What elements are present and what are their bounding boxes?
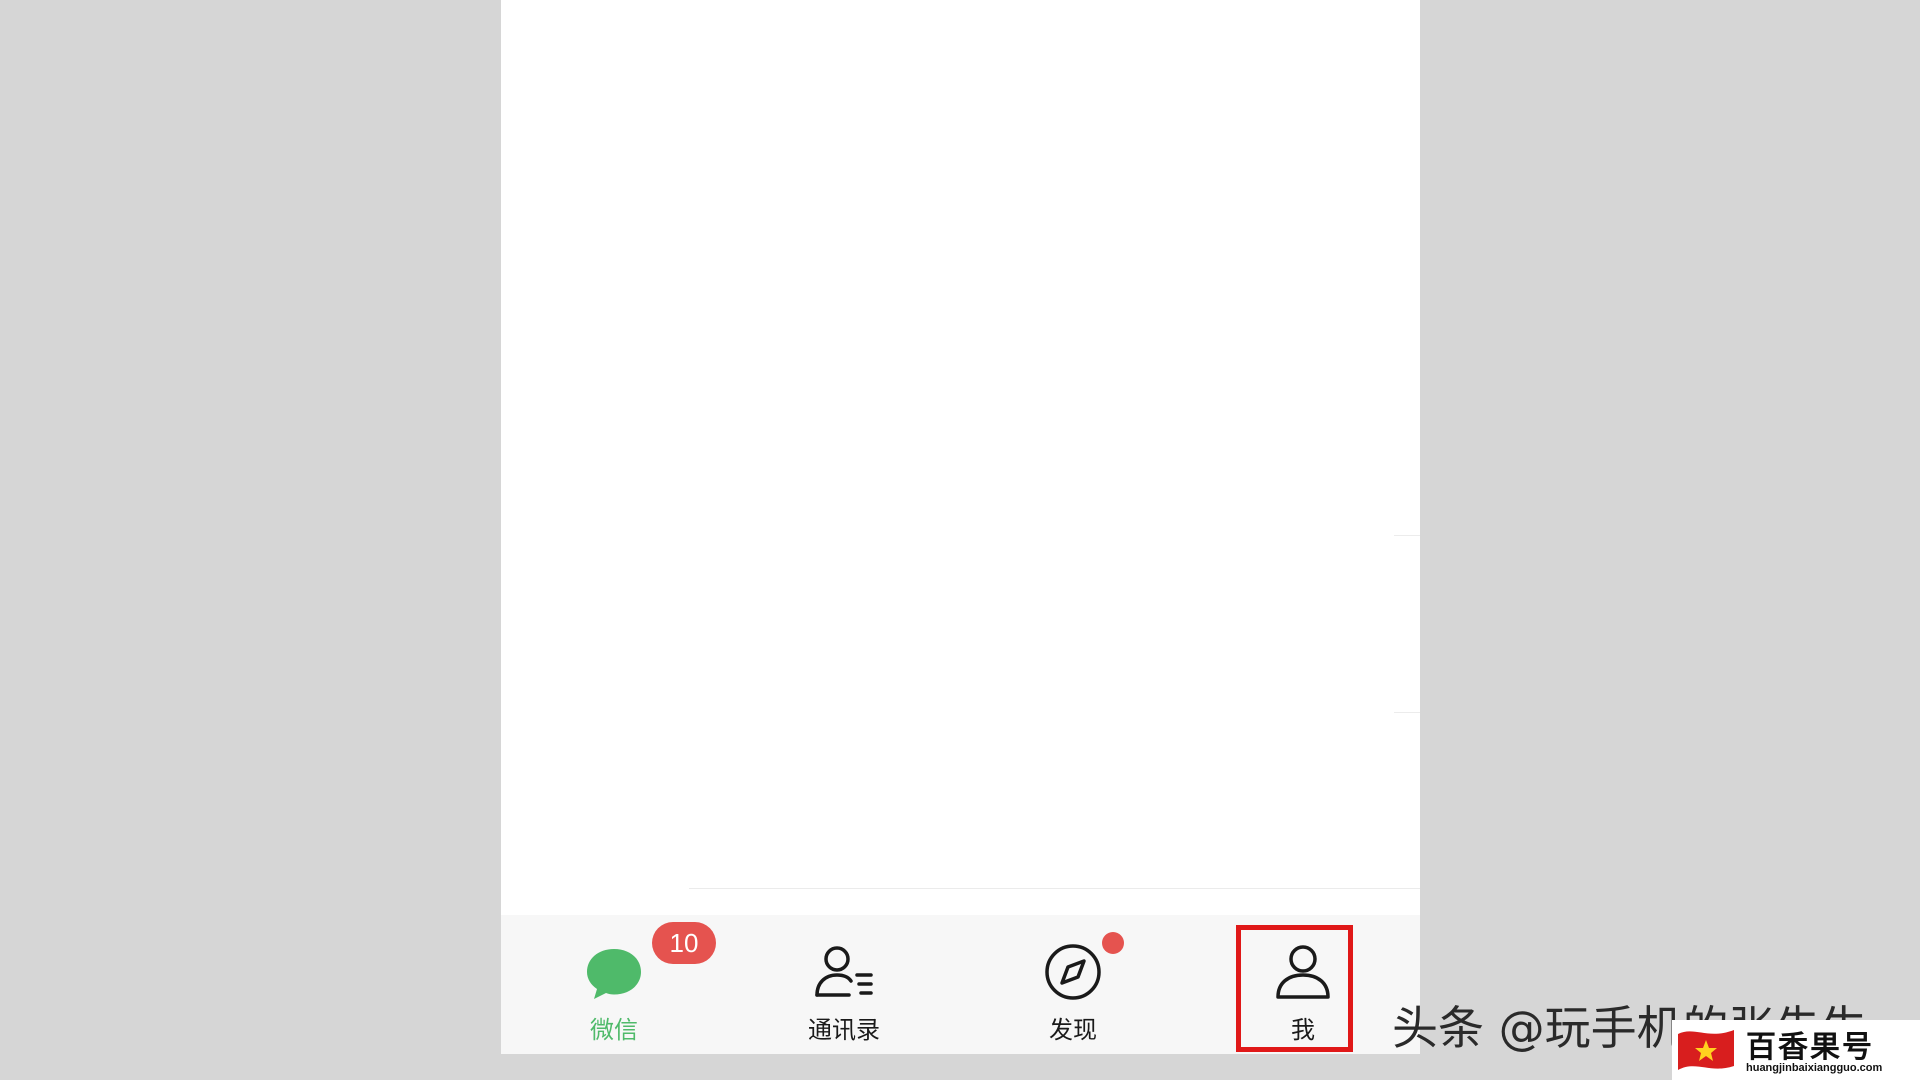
- highlight-annotation-box: [1236, 925, 1353, 1052]
- flag-logo-icon: [1678, 1030, 1734, 1070]
- logo-url: huangjinbaixiangguo.com: [1746, 1062, 1883, 1074]
- unread-badge: 10: [652, 922, 716, 964]
- tab-contacts[interactable]: 通讯录: [744, 915, 944, 1054]
- tab-label-contacts: 通讯录: [808, 1016, 880, 1044]
- site-logo: 百香果号 huangjinbaixiangguo.com: [1672, 1020, 1920, 1080]
- contacts-icon: [815, 946, 873, 997]
- phone-screen: 10 微信 通讯录 发现 我: [501, 0, 1420, 1054]
- faint-divider: [1394, 535, 1420, 536]
- tab-label-discover: 发现: [1049, 1016, 1097, 1044]
- content-separator: [689, 888, 1420, 889]
- bottom-tab-bar: 10 微信 通讯录 发现 我: [501, 915, 1420, 1054]
- tab-label-chats: 微信: [590, 1016, 638, 1044]
- faint-divider: [1394, 712, 1420, 713]
- new-content-dot: [1102, 932, 1124, 954]
- tab-chats[interactable]: 10 微信: [514, 915, 716, 1054]
- compass-icon: [1045, 944, 1101, 1000]
- chat-bubble-icon: [587, 949, 641, 999]
- logo-brand-name: 百香果号: [1746, 1030, 1874, 1065]
- tab-discover[interactable]: 发现: [973, 915, 1173, 1054]
- screenshot-stage: 10 微信 通讯录 发现 我 头条 @玩手机的张先生 百香果号 huangjin…: [0, 0, 1920, 1080]
